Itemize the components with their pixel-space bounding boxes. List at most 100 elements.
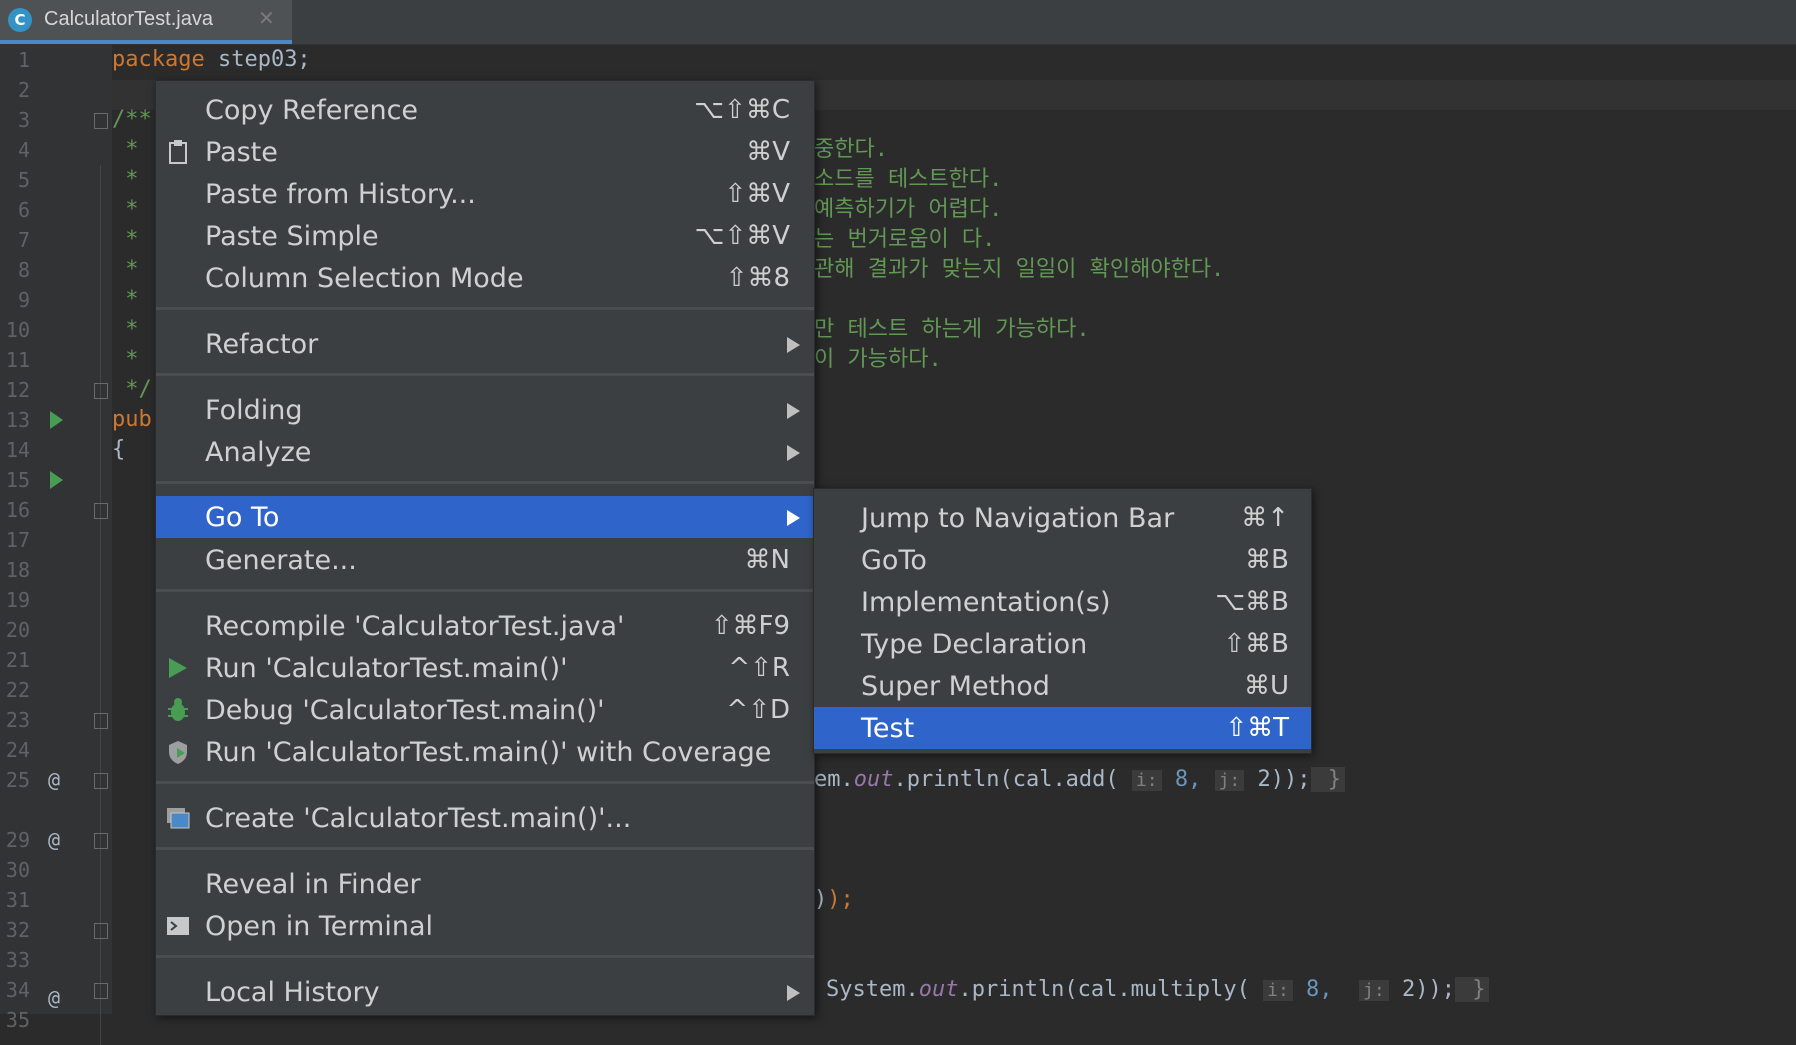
- line-number: 12: [5, 378, 30, 402]
- fold-icon[interactable]: [94, 983, 108, 999]
- goto-submenu: Jump to Navigation Bar ⌘↑ GoTo ⌘B Implem…: [813, 488, 1312, 754]
- line-number: 2: [17, 78, 30, 102]
- menu-separator: [156, 307, 814, 310]
- menu-item-label: Analyze: [205, 437, 312, 468]
- line-number: 15: [5, 468, 30, 492]
- field-ref: out: [853, 767, 894, 792]
- menu-item-column-selection[interactable]: Column Selection Mode ⇧⌘8: [156, 257, 814, 299]
- menu-item-debug[interactable]: Debug 'CalculatorTest.main()' ^⇧D: [156, 689, 814, 731]
- run-gutter-icon[interactable]: [50, 471, 63, 489]
- menu-item-analyze[interactable]: Analyze: [156, 431, 814, 473]
- keyword: pub: [112, 407, 152, 432]
- submenu-arrow-icon: [787, 510, 800, 526]
- menu-item-folding[interactable]: Folding: [156, 389, 814, 431]
- menu-item-paste-simple[interactable]: Paste Simple ⌥⇧⌘V: [156, 215, 814, 257]
- menu-item-test[interactable]: Test ⇧⌘T: [814, 707, 1311, 749]
- menu-item-label: GoTo: [861, 545, 927, 576]
- menu-item-label: Jump to Navigation Bar: [861, 503, 1175, 534]
- submenu-arrow-icon: [787, 985, 800, 1001]
- close-icon[interactable]: ✕: [258, 6, 275, 30]
- line-number: 8: [17, 258, 30, 282]
- menu-item-go-to[interactable]: Go To: [156, 496, 814, 538]
- menu-item-label: Run 'CalculatorTest.main()' with Coverag…: [205, 737, 772, 768]
- menu-item-paste[interactable]: Paste ⌘V: [156, 131, 814, 173]
- fold-icon[interactable]: [94, 713, 108, 729]
- comment-text: 소드를 테스트한다.: [814, 167, 1003, 192]
- menu-item-shortcut: ⇧⌘T: [1225, 713, 1289, 743]
- comment-text: 만 테스트 하는게 가능하다.: [814, 317, 1090, 342]
- comment-text: 는 번거로움이 다.: [814, 227, 996, 252]
- line-number: 18: [5, 558, 30, 582]
- line-number: 20: [5, 618, 30, 642]
- line-number: 32: [5, 918, 30, 942]
- menu-item-label: Paste from History...: [205, 179, 476, 210]
- menu-item-run-with-coverage[interactable]: Run 'CalculatorTest.main()' with Coverag…: [156, 731, 814, 773]
- menu-item-run[interactable]: Run 'CalculatorTest.main()' ^⇧R: [156, 647, 814, 689]
- menu-item-label: Local History: [205, 977, 380, 1008]
- line-number: 29: [5, 828, 30, 852]
- comment-text: 중한다.: [814, 137, 888, 162]
- comment-line: /**: [112, 107, 152, 132]
- menu-item-shortcut: ⌘↑: [1241, 503, 1289, 533]
- menu-item-local-history[interactable]: Local History: [156, 971, 814, 1013]
- editor-context-menu: Copy Reference ⌥⇧⌘C Paste ⌘V Paste from …: [155, 80, 815, 1016]
- menu-separator: [156, 589, 814, 592]
- menu-item-type-declaration[interactable]: Type Declaration ⇧⌘B: [814, 623, 1311, 665]
- line-number: 14: [5, 438, 30, 462]
- menu-item-jump-to-navigation-bar[interactable]: Jump to Navigation Bar ⌘↑: [814, 497, 1311, 539]
- comment-line: *: [112, 347, 139, 372]
- menu-item-shortcut: ⇧⌘8: [725, 263, 790, 293]
- menu-item-refactor[interactable]: Refactor: [156, 323, 814, 365]
- fold-icon[interactable]: [94, 113, 108, 129]
- fold-icon[interactable]: [94, 923, 108, 939]
- comment-line: *: [112, 257, 139, 282]
- run-icon: [166, 655, 190, 681]
- line-number: 16: [5, 498, 30, 522]
- menu-item-paste-from-history[interactable]: Paste from History... ⇧⌘V: [156, 173, 814, 215]
- comment-line: *: [112, 137, 139, 162]
- fold-icon[interactable]: [94, 773, 108, 789]
- menu-item-open-in-terminal[interactable]: Open in Terminal: [156, 905, 814, 947]
- menu-item-shortcut: ^⇧D: [726, 695, 790, 725]
- menu-item-create-config[interactable]: Create 'CalculatorTest.main()'...: [156, 797, 814, 839]
- menu-item-generate[interactable]: Generate... ⌘N: [156, 539, 814, 581]
- line-number: 24: [5, 738, 30, 762]
- override-marker-icon[interactable]: @: [48, 765, 60, 795]
- run-gutter-icon[interactable]: [50, 411, 63, 429]
- submenu-arrow-icon: [787, 445, 800, 461]
- param-hint: j:: [1359, 980, 1389, 1001]
- comment-line: *: [112, 227, 139, 252]
- menu-item-shortcut: ⌥⇧⌘V: [694, 221, 790, 251]
- fold-icon[interactable]: [94, 833, 108, 849]
- menu-item-shortcut: ⇧⌘F9: [710, 611, 790, 641]
- line-number: 33: [5, 948, 30, 972]
- line-number: 25: [5, 768, 30, 792]
- run-config-icon: [166, 805, 190, 831]
- menu-item-copy-reference[interactable]: Copy Reference ⌥⇧⌘C: [156, 89, 814, 131]
- code-text: System.: [826, 977, 919, 1002]
- override-marker-icon[interactable]: @: [48, 983, 60, 1013]
- folded-brace[interactable]: }: [1310, 767, 1346, 792]
- field-ref: out: [918, 977, 959, 1002]
- fold-icon[interactable]: [94, 383, 108, 399]
- code-text: .println(cal.multiply(: [958, 977, 1264, 1002]
- menu-item-reveal-in-finder[interactable]: Reveal in Finder: [156, 863, 814, 905]
- menu-item-goto[interactable]: GoTo ⌘B: [814, 539, 1311, 581]
- editor-tab[interactable]: C CalculatorTest.java ✕: [0, 0, 292, 44]
- menu-item-recompile[interactable]: Recompile 'CalculatorTest.java' ⇧⌘F9: [156, 605, 814, 647]
- submenu-arrow-icon: [787, 337, 800, 353]
- line-number: 10: [5, 318, 30, 342]
- folded-brace[interactable]: }: [1454, 977, 1490, 1002]
- line-number: 17: [5, 528, 30, 552]
- menu-item-shortcut: ⌘N: [744, 545, 790, 575]
- editor-tab-bar: C CalculatorTest.java ✕: [0, 0, 1796, 45]
- line-number: 5: [17, 168, 30, 192]
- editor-gutter: 1 2 3 4 5 6 7 8 9 10 11 12 13 14 15 16 1…: [0, 45, 112, 1045]
- override-marker-icon[interactable]: @: [48, 825, 60, 855]
- fold-icon[interactable]: [94, 503, 108, 519]
- menu-item-implementations[interactable]: Implementation(s) ⌥⌘B: [814, 581, 1311, 623]
- line-number: 34: [5, 978, 30, 1002]
- menu-item-super-method[interactable]: Super Method ⌘U: [814, 665, 1311, 707]
- line-number: 19: [5, 588, 30, 612]
- menu-item-label: Generate...: [205, 545, 357, 576]
